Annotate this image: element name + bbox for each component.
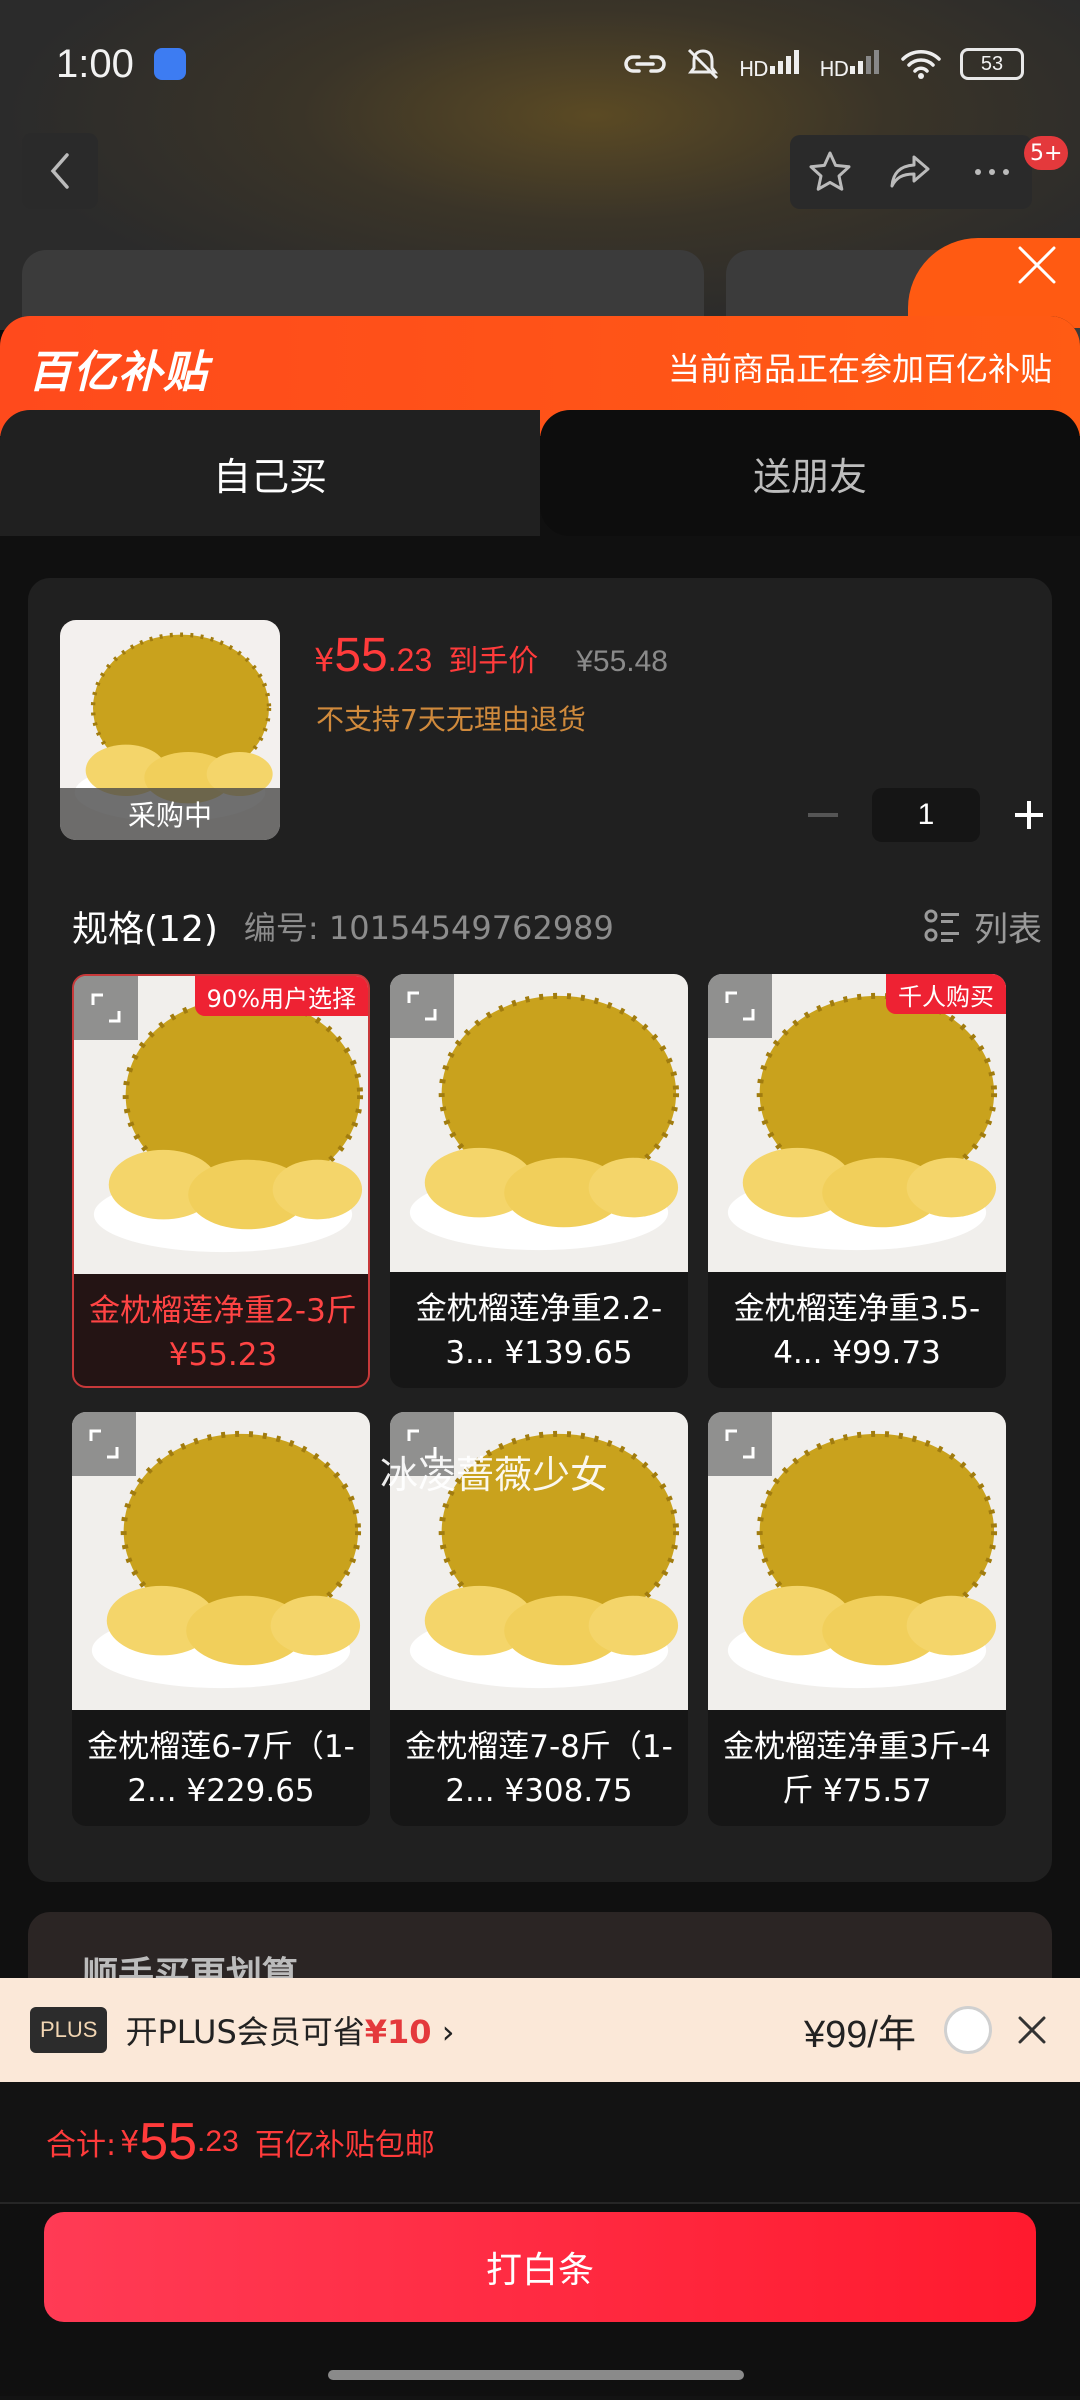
total-decimal: .23 — [197, 2125, 239, 2158]
total-label: 合计: — [46, 2128, 117, 2163]
popular-tag: 90%用户选择 — [194, 976, 368, 1016]
link-icon — [624, 55, 666, 73]
product-panel: 采购中 ¥ 55 .23 到手价 ¥55.48 不支持7天无理由退货 1 规格(… — [28, 578, 1052, 1882]
app-notification-icon — [153, 48, 186, 80]
product-thumbnail[interactable]: 采购中 — [60, 620, 280, 840]
list-label: 列表 — [974, 909, 1042, 950]
price-decimal: .23 — [387, 642, 433, 678]
spec-title: 规格(12) — [72, 909, 218, 950]
decrease-button[interactable] — [798, 790, 848, 840]
status-time: 1:00 — [56, 41, 134, 86]
price-integer: 55 — [334, 629, 388, 682]
plus-radio[interactable] — [944, 2006, 992, 2054]
total-bar: 合计: ¥ 55 .23 百亿补贴包邮 — [0, 2082, 1080, 2204]
spec-header: 规格(12) 编号: 10154549762989 列表 — [72, 896, 1042, 956]
expand-icon[interactable] — [72, 1412, 136, 1476]
plus-promo-bar[interactable]: PLUS 开PLUS会员可省¥10 › ¥99/年 — [0, 1978, 1080, 2082]
status-bar: 1:00 HD HD 53 — [0, 0, 1080, 128]
plus-promo-text: 开PLUS会员可省¥10 › — [125, 2013, 455, 2051]
expand-icon[interactable] — [708, 1412, 772, 1476]
wifi-icon — [901, 50, 941, 79]
signal-icon-1: HD — [739, 48, 801, 81]
minus-icon — [808, 813, 838, 817]
purchase-tabs: 自己买 送朋友 — [0, 410, 1080, 536]
quantity-stepper: 1 — [798, 788, 1054, 842]
home-indicator[interactable] — [328, 2370, 744, 2380]
plus-badge: PLUS — [30, 2007, 108, 2053]
variant-option[interactable]: 金枕榴莲净重2.2-3... ¥139.65 — [390, 974, 688, 1388]
variant-option[interactable]: 90%用户选择 金枕榴莲净重2-3斤 ¥55.23 — [72, 974, 370, 1388]
variant-name: 金枕榴莲净重3.5-4... ¥99.73 — [733, 1291, 981, 1371]
variant-option[interactable]: 千人购买 金枕榴莲净重3.5-4... ¥99.73 — [708, 974, 1006, 1388]
top-actions — [790, 135, 1032, 209]
variant-name: 金枕榴莲7-8斤（1-2... ¥308.75 — [405, 1729, 673, 1809]
variant-name: 金枕榴莲净重2-3斤 ¥55.23 — [89, 1293, 357, 1373]
tab-buy-self[interactable]: 自己买 — [0, 410, 540, 536]
purchase-sheet: 百亿补贴 当前商品正在参加百亿补贴 自己买 送朋友 采购中 ¥ 55 .23 到… — [0, 316, 1080, 2400]
list-icon — [924, 909, 959, 942]
chevron-left-icon — [50, 153, 69, 189]
signal-icon-2: HD — [820, 48, 882, 81]
return-policy: 不支持7天无理由退货 — [316, 703, 586, 736]
popular-tag: 千人购买 — [886, 974, 1006, 1014]
expand-icon[interactable] — [390, 974, 454, 1038]
product-code: 编号: 10154549762989 — [243, 909, 614, 947]
close-icon[interactable] — [1012, 240, 1062, 290]
variant-option[interactable]: 金枕榴莲净重3斤-4斤 ¥75.57 — [708, 1412, 1006, 1826]
expand-icon[interactable] — [74, 976, 138, 1040]
original-price: ¥55.48 — [576, 645, 668, 678]
final-price-label: 到手价 — [448, 644, 539, 679]
variant-name: 金枕榴莲净重2.2-3... ¥139.65 — [415, 1291, 663, 1371]
subsidy-logo: 百亿补贴 — [28, 348, 208, 397]
variant-name: 金枕榴莲6-7斤（1-2... ¥229.65 — [87, 1729, 355, 1809]
subsidy-text: 当前商品正在参加百亿补贴 — [667, 350, 1052, 388]
status-icons: HD HD 53 — [623, 46, 1024, 82]
increase-button[interactable] — [1004, 790, 1054, 840]
list-view-toggle[interactable]: 列表 — [924, 902, 1042, 951]
battery-indicator: 53 — [960, 48, 1024, 80]
total-currency: ¥ — [120, 2124, 140, 2160]
quantity-value[interactable]: 1 — [872, 788, 980, 842]
notification-badge: 5+ — [1024, 136, 1069, 170]
user-watermark: 冰凌蔷薇少女 — [380, 1453, 609, 1497]
pay-button[interactable]: 打白条 — [44, 2212, 1036, 2322]
close-icon[interactable] — [1014, 2012, 1050, 2048]
plus-icon — [1015, 801, 1043, 829]
back-button[interactable] — [22, 133, 98, 209]
variant-name: 金枕榴莲净重3斤-4斤 ¥75.57 — [723, 1729, 991, 1809]
tab-gift-friend[interactable]: 送朋友 — [540, 410, 1080, 536]
plus-saving: ¥10 — [364, 2013, 432, 2051]
price-row: ¥ 55 .23 到手价 ¥55.48 — [314, 628, 668, 683]
share-icon[interactable] — [888, 149, 934, 195]
expand-icon[interactable] — [708, 974, 772, 1038]
more-icon[interactable] — [969, 149, 1015, 195]
total-integer: 55 — [139, 2113, 198, 2171]
purchasing-label: 采购中 — [60, 788, 280, 840]
free-shipping-note: 百亿补贴包邮 — [254, 2128, 435, 2163]
plus-price: ¥99/年 — [804, 2013, 916, 2056]
price-currency: ¥ — [314, 641, 335, 679]
variant-option[interactable]: 金枕榴莲6-7斤（1-2... ¥229.65 — [72, 1412, 370, 1826]
mute-icon — [688, 48, 719, 80]
favorite-icon[interactable] — [807, 149, 853, 195]
